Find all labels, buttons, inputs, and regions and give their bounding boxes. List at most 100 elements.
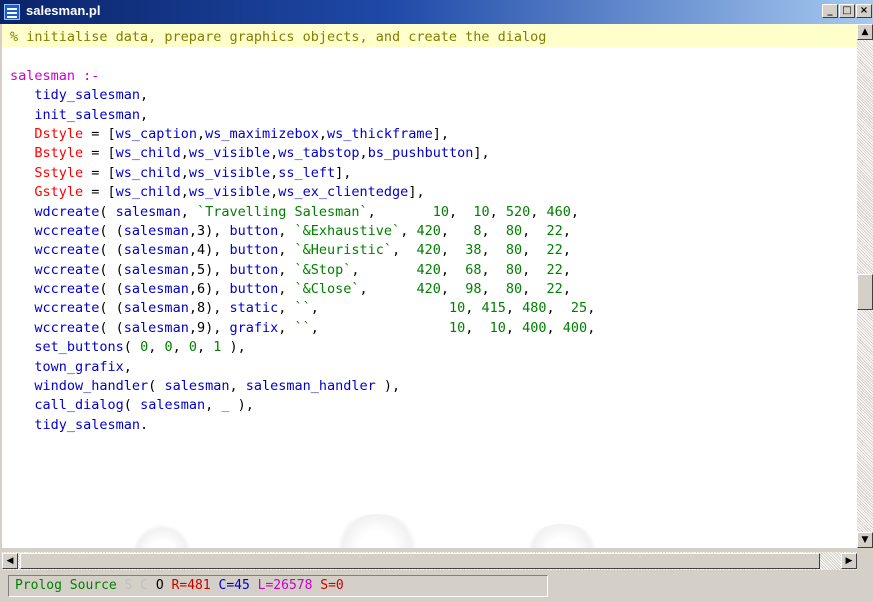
code-token-number: 400	[522, 319, 547, 336]
code-token-head: salesman :-	[10, 67, 100, 84]
status-flag-o: O	[155, 578, 164, 593]
code-token-punct: ,	[562, 261, 571, 278]
title-bar[interactable]: salesman.pl _ □ ×	[0, 0, 873, 24]
scroll-down-arrow-icon[interactable]: ▼	[857, 532, 873, 548]
minimize-button[interactable]: _	[822, 4, 838, 18]
code-line[interactable]	[10, 47, 595, 66]
code-line[interactable]: wccreate( (salesman,6), button, `&Close`…	[10, 280, 595, 299]
vertical-scrollbar[interactable]: ▲ ▼	[857, 24, 873, 548]
code-line[interactable]: wccreate( (salesman,8), static, ``, 10, …	[10, 299, 595, 318]
code-token-punct: ( (	[99, 300, 124, 317]
code-token-punct: ,	[481, 242, 506, 259]
code-line[interactable]: init_salesman,	[10, 106, 595, 125]
maximize-button[interactable]: □	[839, 4, 855, 18]
code-token-punct: ,	[278, 319, 295, 336]
code-token-punct: ),	[229, 397, 254, 414]
code-token-punct: ,	[278, 281, 295, 298]
code-line[interactable]: salesman :-	[10, 67, 595, 86]
code-token-punct: ],	[408, 184, 425, 201]
code-token-punct: ,	[392, 242, 417, 259]
code-token-string: ``	[294, 319, 311, 336]
code-token-atom: salesman	[123, 261, 189, 278]
code-token-punct: ,	[278, 242, 295, 259]
code-line[interactable]: town_grafix,	[10, 358, 595, 377]
code-token-punct: ],	[432, 125, 449, 142]
code-token-punct: ,	[148, 339, 165, 356]
code-token-punct: ,	[562, 242, 571, 259]
code-line[interactable]: wccreate( (salesman,5), button, `&Stop`,…	[10, 261, 595, 280]
code-line[interactable]: set_buttons( 0, 0, 0, 1 ),	[10, 338, 595, 357]
code-token-punct: ,	[123, 358, 132, 375]
code-token-punct: ( (	[99, 242, 124, 259]
code-token-punct: ,	[180, 203, 197, 220]
code-token-punct: = [	[83, 125, 116, 142]
code-token-punct: ,	[400, 222, 417, 239]
code-text[interactable]: % initialise data, prepare graphics obje…	[10, 28, 595, 435]
code-line[interactable]: tidy_salesman,	[10, 86, 595, 105]
status-row: R=481	[171, 578, 211, 593]
code-line[interactable]: Dstyle = [ws_caption,ws_maximizebox,ws_t…	[10, 125, 595, 144]
code-token-number: 420	[416, 242, 441, 259]
code-token-number: 0	[188, 339, 198, 356]
code-line[interactable]: wdcreate( salesman, `Travelling Salesman…	[10, 203, 595, 222]
code-token-number: 80	[505, 281, 523, 298]
code-editor[interactable]: % initialise data, prepare graphics obje…	[2, 24, 857, 548]
code-line[interactable]: Sstyle = [ws_child,ws_visible,ss_left],	[10, 164, 595, 183]
code-token-punct: ( (	[99, 261, 124, 278]
code-token-number: 420	[416, 281, 441, 298]
code-token-atom: ws_ex_clientedge	[278, 184, 409, 201]
code-token-atom: wccreate	[10, 300, 100, 317]
code-line[interactable]: % initialise data, prepare graphics obje…	[10, 28, 595, 47]
scroll-left-arrow-icon[interactable]: ◀	[2, 553, 18, 569]
code-token-punct: ,	[587, 319, 596, 336]
code-line[interactable]: window_handler( salesman, salesman_handl…	[10, 377, 595, 396]
background-ornament	[132, 524, 192, 548]
code-token-punct: ,8),	[188, 300, 230, 317]
code-token-punct: ,	[180, 184, 189, 201]
code-line[interactable]: wccreate( (salesman,4), button, `&Heuris…	[10, 241, 595, 260]
code-line[interactable]: tidy_salesman.	[10, 416, 595, 435]
code-token-atom: ws_visible	[188, 184, 271, 201]
code-token-number: 25	[570, 300, 588, 317]
code-token-punct: ,	[196, 125, 206, 142]
scroll-right-arrow-icon[interactable]: ▶	[841, 553, 857, 569]
code-token-atom: ws_maximizebox	[205, 125, 319, 142]
code-token-punct: (	[99, 203, 116, 220]
code-token-number: 480	[522, 300, 547, 317]
code-line[interactable]: Bstyle = [ws_child,ws_visible,ws_tabstop…	[10, 144, 595, 163]
code-token-number: 0	[164, 339, 173, 356]
code-token-punct: ,	[310, 319, 449, 336]
vertical-scroll-thumb[interactable]	[857, 274, 873, 310]
status-col: C=45	[218, 578, 250, 593]
horizontal-scrollbar[interactable]: ◀ ▶	[2, 552, 857, 570]
code-line[interactable]: wccreate( (salesman,3), button, `&Exhaus…	[10, 222, 595, 241]
code-token-number: 8	[473, 222, 482, 239]
code-line[interactable]: call_dialog( salesman, _ ),	[10, 396, 595, 415]
code-token-punct: ,	[440, 242, 466, 259]
close-button[interactable]: ×	[856, 4, 872, 18]
status-flag-c: C	[140, 578, 149, 593]
code-token-punct: ,	[140, 106, 149, 123]
code-token-atom: button	[229, 242, 279, 259]
code-token-string: `&Close`	[294, 281, 360, 298]
code-line[interactable]: wccreate( (salesman,9), grafix, ``, 10, …	[10, 319, 595, 338]
code-token-punct: ),	[221, 339, 246, 356]
code-token-number: 415	[481, 300, 506, 317]
code-token-number: 22	[546, 281, 563, 298]
code-token-punct: ),	[375, 378, 401, 395]
code-token-punct: ,	[180, 164, 189, 181]
code-token-punct: = [	[83, 184, 116, 201]
code-token-atom: wccreate	[10, 242, 100, 259]
code-line[interactable]: Gstyle = [ws_child,ws_visible,ws_ex_clie…	[10, 183, 595, 202]
code-token-punct: ,	[465, 319, 490, 336]
code-token-atom: ws_caption	[115, 125, 197, 142]
code-token-atom: call_dialog	[10, 397, 124, 414]
code-token-punct: ,	[562, 281, 571, 298]
scroll-up-arrow-icon[interactable]: ▲	[857, 24, 873, 40]
code-token-atom: ws_tabstop	[278, 145, 360, 162]
horizontal-scroll-thumb[interactable]	[20, 553, 820, 569]
code-token-variable: Gstyle	[10, 184, 84, 201]
code-token-atom: set_buttons	[10, 339, 124, 356]
code-token-punct: ,	[481, 281, 506, 298]
code-token-atom: ss_left	[278, 164, 336, 181]
